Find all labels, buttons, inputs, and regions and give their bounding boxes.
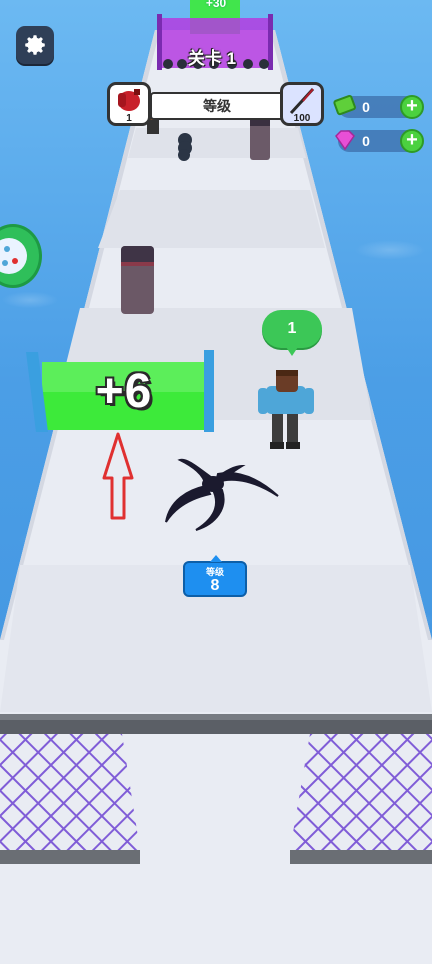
net-base-left bbox=[0, 850, 140, 864]
cash-counter: 0 + bbox=[333, 94, 424, 119]
obstacle-pillar-small bbox=[250, 118, 270, 160]
boxing-glove-icon bbox=[118, 89, 140, 111]
right-item-count: 100 bbox=[293, 113, 311, 124]
settings-button[interactable] bbox=[16, 26, 54, 64]
track-segment bbox=[98, 190, 325, 248]
player-level-value: 8 bbox=[210, 577, 220, 594]
cash-value: 0 bbox=[362, 99, 370, 115]
gear-icon bbox=[25, 35, 45, 55]
add-cash-button[interactable]: + bbox=[400, 95, 424, 119]
ally-count-bubble: 1 bbox=[262, 310, 322, 356]
gate-bonus-label: +6 bbox=[95, 365, 153, 418]
obstacle-pillar bbox=[121, 246, 154, 314]
side-spin-widget[interactable] bbox=[0, 224, 42, 288]
purple-net-right bbox=[290, 734, 432, 850]
gem-counter: 0 + bbox=[335, 129, 424, 153]
add-gem-button[interactable]: + bbox=[400, 129, 424, 153]
stage-label: 关卡 bbox=[187, 49, 222, 68]
spin-wheel-icon bbox=[0, 238, 27, 274]
net-base-right bbox=[290, 850, 432, 864]
player-level-badge: 等级 8 bbox=[183, 555, 247, 597]
gate-post-right bbox=[204, 350, 214, 432]
top-gate-label: +30 bbox=[205, 0, 227, 10]
stage-number: 1 bbox=[226, 49, 237, 68]
purple-net-left bbox=[0, 734, 140, 850]
stage-title: 关卡 1 bbox=[172, 44, 252, 69]
left-item-slot[interactable]: 1 bbox=[107, 82, 151, 126]
blade-weapon-icon bbox=[289, 87, 315, 115]
left-item-count: 1 bbox=[126, 113, 132, 124]
gem-value: 0 bbox=[362, 133, 370, 149]
level-progress-bar: 等级 bbox=[150, 92, 284, 120]
right-item-slot[interactable]: 100 bbox=[280, 82, 324, 126]
